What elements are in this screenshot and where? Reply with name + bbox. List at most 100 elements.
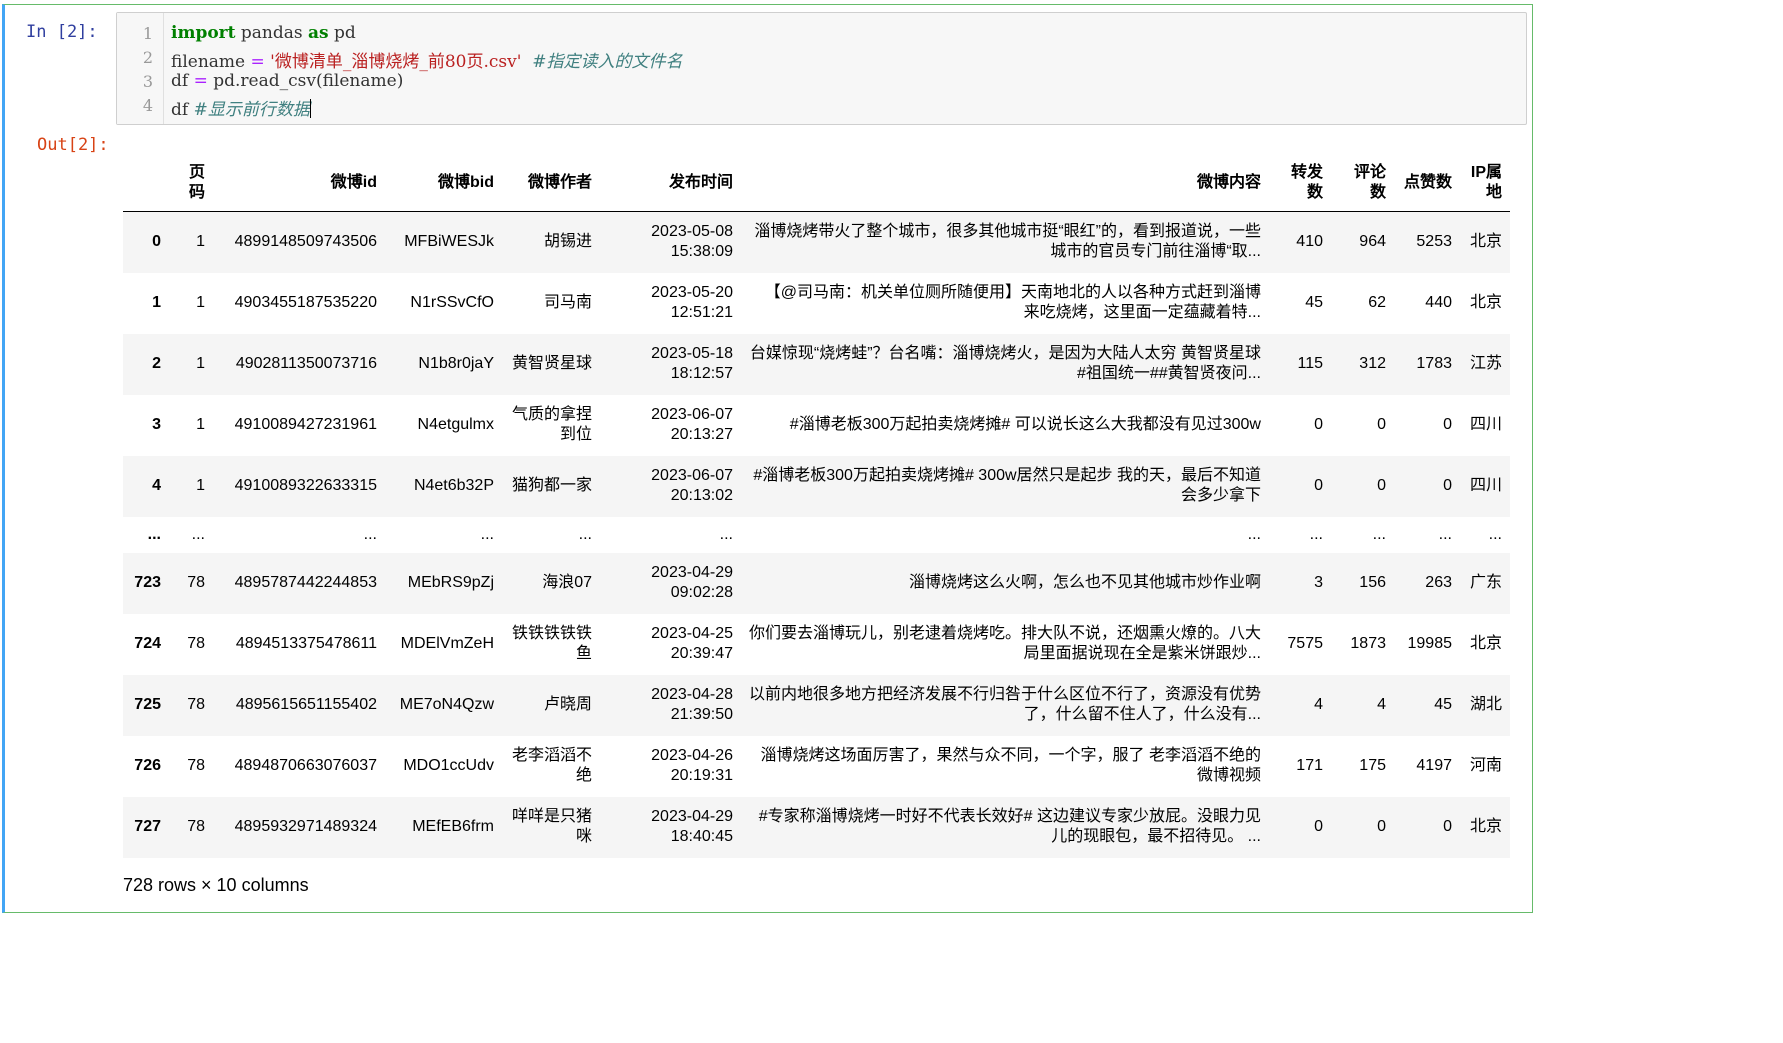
table-cell: 0 <box>1314 416 1323 433</box>
table-row: 2 1 4902811350073716 N1b8r0jaY 黄智贤星球 2023-05-… <box>123 333 1510 395</box>
table-cell: 淄博烧烤这场面厉害了，果然与众不同，一个字，服了 老李滔滔不绝的微博视频 <box>760 747 1261 784</box>
code-line-3[interactable]: df = pd.read_csv(filename) <box>171 71 403 91</box>
table-cell: 78 <box>187 574 205 591</box>
table-cell: 咩咩是只猪咪 <box>511 808 592 845</box>
table-cell: 1 <box>196 294 205 311</box>
table-cell: 3 <box>1314 574 1323 591</box>
table-cell: 2023-04-28 21:39:50 <box>651 686 733 723</box>
table-cell: 115 <box>1297 355 1323 372</box>
code-line-4[interactable]: df #显示前行数据 <box>171 95 311 120</box>
table-cell: 156 <box>1359 574 1386 591</box>
code-text: pd.read_csv(filename) <box>207 71 404 91</box>
table-cell: 你们要去淄博玩儿，别老逮着烧烤吃。排大队不说，还烟熏火燎的。八大局里面据说现在全… <box>749 625 1262 662</box>
table-header-row: 页码 微博id 微博bid 微博作者 发布时间 微博内容 转发数 评论数 点赞数… <box>123 155 1510 212</box>
operator: = <box>250 52 265 72</box>
table-cell: 175 <box>1359 757 1386 774</box>
table-cell: 北京 <box>1469 233 1502 251</box>
code-editor[interactable]: 1 2 3 4 import pandas as pd filename = '… <box>116 12 1527 125</box>
code-text: filename <box>171 52 251 72</box>
table-cell: ... <box>363 525 377 543</box>
table-cell: 淄博烧烤这么火啊，怎么也不见其他城市炒作业啊 <box>908 574 1261 591</box>
table-cell: 45 <box>1305 294 1323 311</box>
table-row: 3 1 4910089427231961 N4etgulmx 气质的拿捏到位 2023-0… <box>123 395 1510 456</box>
table-row: 4 1 4910089322633315 N4et6b32P 猫狗都一家 2023-06-… <box>123 455 1510 517</box>
table-cell: 312 <box>1359 355 1386 372</box>
table-row: 726 78 4894870663076037 MDO1ccUdv 老李滔滔不绝 2023… <box>123 736 1510 797</box>
table-cell: 四川 <box>1469 477 1502 494</box>
table-cell: 2023-06-07 20:13:02 <box>651 467 733 504</box>
table-row: 0 1 4899148509743506 MFBiWESJk 胡锡进 2023-05-08… <box>123 211 1510 273</box>
column-header: 评论数 <box>1331 155 1394 212</box>
table-cell: 0 <box>1443 477 1452 494</box>
table-cell: 台媒惊现“烧烤蛙”？台名嘴：淄博烧烤火，是因为大陆人太穷 黄智贤星球#祖国统一#… <box>749 345 1261 382</box>
table-cell: 2023-04-29 18:40:45 <box>651 808 733 845</box>
table-cell: 0 <box>1314 818 1323 835</box>
table-cell: 0 <box>1443 416 1452 433</box>
column-header: 微博内容 <box>741 155 1269 212</box>
table-cell: 410 <box>1296 233 1323 251</box>
table-cell: 4910089322633315 <box>234 477 377 494</box>
table-cell: 老李滔滔不绝 <box>511 747 592 784</box>
table-cell: 4894513375478611 <box>235 635 377 652</box>
code-line-1[interactable]: import pandas as pd <box>171 23 356 43</box>
table-cell: 以前内地很多地方把经济发展不行归咎于什么区位不行了，资源没有优势了，什么留不住人… <box>749 686 1262 723</box>
table-cell: 北京 <box>1469 294 1502 311</box>
table-cell: 4910089427231961 <box>234 416 377 433</box>
table-cell: 2023-04-25 20:39:47 <box>651 625 733 662</box>
input-prompt: In [2]: <box>26 22 98 42</box>
row-index: 727 <box>134 818 161 835</box>
table-cell: N4etgulmx <box>417 416 494 433</box>
output-prompt: Out[2]: <box>37 135 109 155</box>
table-cell: N4et6b32P <box>413 477 494 494</box>
table-cell: 4899148509743506 <box>234 233 377 251</box>
table-cell: 7575 <box>1287 635 1323 652</box>
line-number: 3 <box>142 72 153 91</box>
table-cell: 湖北 <box>1469 696 1502 713</box>
table-cell: 江苏 <box>1469 355 1502 372</box>
ellipsis-row: ................................. <box>123 516 1510 553</box>
table-cell: N1rSSvCfO <box>410 294 494 311</box>
table-cell: 78 <box>187 818 205 835</box>
table-cell: 河南 <box>1469 757 1502 774</box>
column-header: IP属地 <box>1460 155 1510 212</box>
code-line-2[interactable]: filename = '微博清单_淄博烧烤_前80页.csv' #指定读入的文件… <box>171 47 682 72</box>
column-header: 微博id <box>213 155 385 212</box>
row-index: 4 <box>152 477 161 494</box>
row-index: ... <box>147 525 161 543</box>
table-cell: 1 <box>196 355 205 372</box>
table-cell: 【@司马南：机关单位厕所随便用】天南地北的人以各种方式赶到淄博来吃烧烤，这里面一… <box>764 284 1261 321</box>
table-cell: #淄博老板300万起拍卖烧烤摊# 可以说长这么大我都没有见过300w <box>789 416 1261 433</box>
table-cell: 猫狗都一家 <box>511 477 592 494</box>
table-cell: 62 <box>1368 294 1386 311</box>
row-index: 724 <box>134 635 161 652</box>
table-cell: ... <box>1488 525 1502 543</box>
row-index: 726 <box>134 757 161 774</box>
row-index: 1 <box>152 294 161 311</box>
table-cell: 司马南 <box>543 294 592 311</box>
table-body: 0 1 4899148509743506 MFBiWESJk 胡锡进 2023-05-08… <box>123 211 1510 858</box>
table-cell: 北京 <box>1469 635 1502 652</box>
table-cell: ... <box>1372 525 1386 543</box>
table-cell: 19985 <box>1407 635 1453 652</box>
table-cell: 263 <box>1425 574 1452 591</box>
table-cell: 北京 <box>1469 818 1502 835</box>
table-row: 723 78 4895787442244853 MEbRS9pZj 海浪07 2023-0… <box>123 552 1510 614</box>
table-cell: 2023-04-26 20:19:31 <box>651 747 733 784</box>
column-header: 点赞数 <box>1394 155 1460 212</box>
table-cell: 0 <box>1314 477 1323 494</box>
text-cursor <box>309 99 311 118</box>
table-cell: 4895932971489324 <box>234 818 377 835</box>
code-text: df <box>171 100 194 120</box>
table-cell: 1783 <box>1416 355 1452 372</box>
table-cell: 2023-04-29 09:02:28 <box>651 564 733 601</box>
table-row: 725 78 4895615651155402 ME7oN4Qzw 卢晓周 2023-04… <box>123 674 1510 736</box>
table-cell: 2023-06-07 20:13:27 <box>651 406 733 443</box>
column-header: 转发数 <box>1269 155 1331 212</box>
table-cell: 广东 <box>1469 574 1502 591</box>
table-cell: 4197 <box>1416 757 1452 774</box>
column-header: 微博bid <box>385 155 502 212</box>
table-cell: #专家称淄博烧烤一时好不代表长效好# 这边建议专家少放屁。没眼力见儿的现眼包，最… <box>758 808 1261 845</box>
table-cell: 0 <box>1377 818 1386 835</box>
row-index: 2 <box>152 355 161 372</box>
